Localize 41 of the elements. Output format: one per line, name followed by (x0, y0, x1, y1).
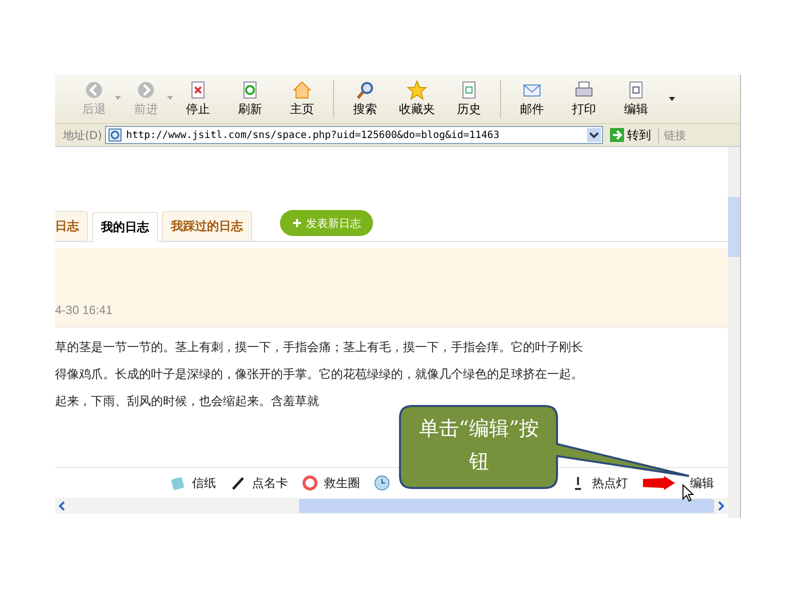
tab[interactable]: 我的日志 (92, 212, 158, 242)
toolbar-button[interactable]: 打印 (559, 80, 609, 118)
tab[interactable]: 我踩过的日志 (162, 211, 252, 241)
arrow-icon (642, 476, 676, 490)
toolbar-button[interactable]: 搜索 (340, 80, 390, 118)
dropdown-icon[interactable] (587, 128, 602, 142)
lifebuoy-icon[interactable] (302, 475, 318, 491)
toolbar-button[interactable]: 主页 (277, 80, 327, 118)
vertical-scrollbar[interactable] (728, 147, 740, 518)
toolbar-link[interactable]: 编辑 (690, 474, 714, 492)
caret-icon (167, 96, 173, 100)
toolbar-button[interactable]: 停止 (173, 80, 223, 118)
callout-text: 单击“编辑”按钮 (418, 415, 540, 475)
toolbar-button[interactable]: 刷新 (225, 80, 275, 118)
caret-icon[interactable] (669, 97, 675, 101)
post-date: 4-30 16:41 (55, 303, 112, 317)
horizontal-scrollbar[interactable] (55, 498, 728, 514)
post-text-line: 起来，下雨、刮风的时候，也会缩起来。含羞草就 (55, 393, 320, 410)
address-label: 地址(D) (62, 128, 102, 142)
tab[interactable]: 日志 (55, 211, 88, 241)
toolbar-button[interactable]: 邮件 (507, 80, 557, 118)
post-text-line: 草的茎是一节一节的。茎上有刺，摸一下，手指会痛；茎上有毛，摸一下，手指会痒。它的叶子刚长 (55, 339, 584, 356)
house-icon (292, 80, 312, 100)
toolbar-link[interactable]: 救生圈 (324, 474, 360, 492)
search-icon (355, 80, 375, 100)
plus-icon (292, 218, 302, 228)
post-text-line: 得像鸡爪。长成的叶子是深绿的，像张开的手掌。它的花苞绿绿的，就像几个绿色的足球挤在一起。 (55, 366, 584, 383)
arrow-icon (610, 128, 624, 142)
toolbar-button[interactable]: 历史 (444, 80, 494, 118)
star-icon (407, 80, 427, 100)
address-field[interactable]: http://www.jsitl.com/sns/space.php?uid=125600&do=blog&id=11463 (105, 126, 604, 144)
go-button[interactable]: 转到 (606, 126, 656, 144)
page-icon (108, 128, 122, 142)
caret-icon (115, 96, 121, 100)
clock-icon[interactable] (374, 475, 390, 491)
toolbar-link[interactable]: 点名卡 (252, 474, 288, 492)
toolbar-button[interactable]: 收藏夹 (392, 80, 442, 118)
toolbar-link[interactable]: 热点灯 (592, 474, 628, 492)
toolbar-link[interactable]: 信纸 (192, 474, 216, 492)
pen-icon[interactable] (230, 475, 246, 491)
toolbar-button[interactable]: 编辑 (611, 80, 661, 118)
